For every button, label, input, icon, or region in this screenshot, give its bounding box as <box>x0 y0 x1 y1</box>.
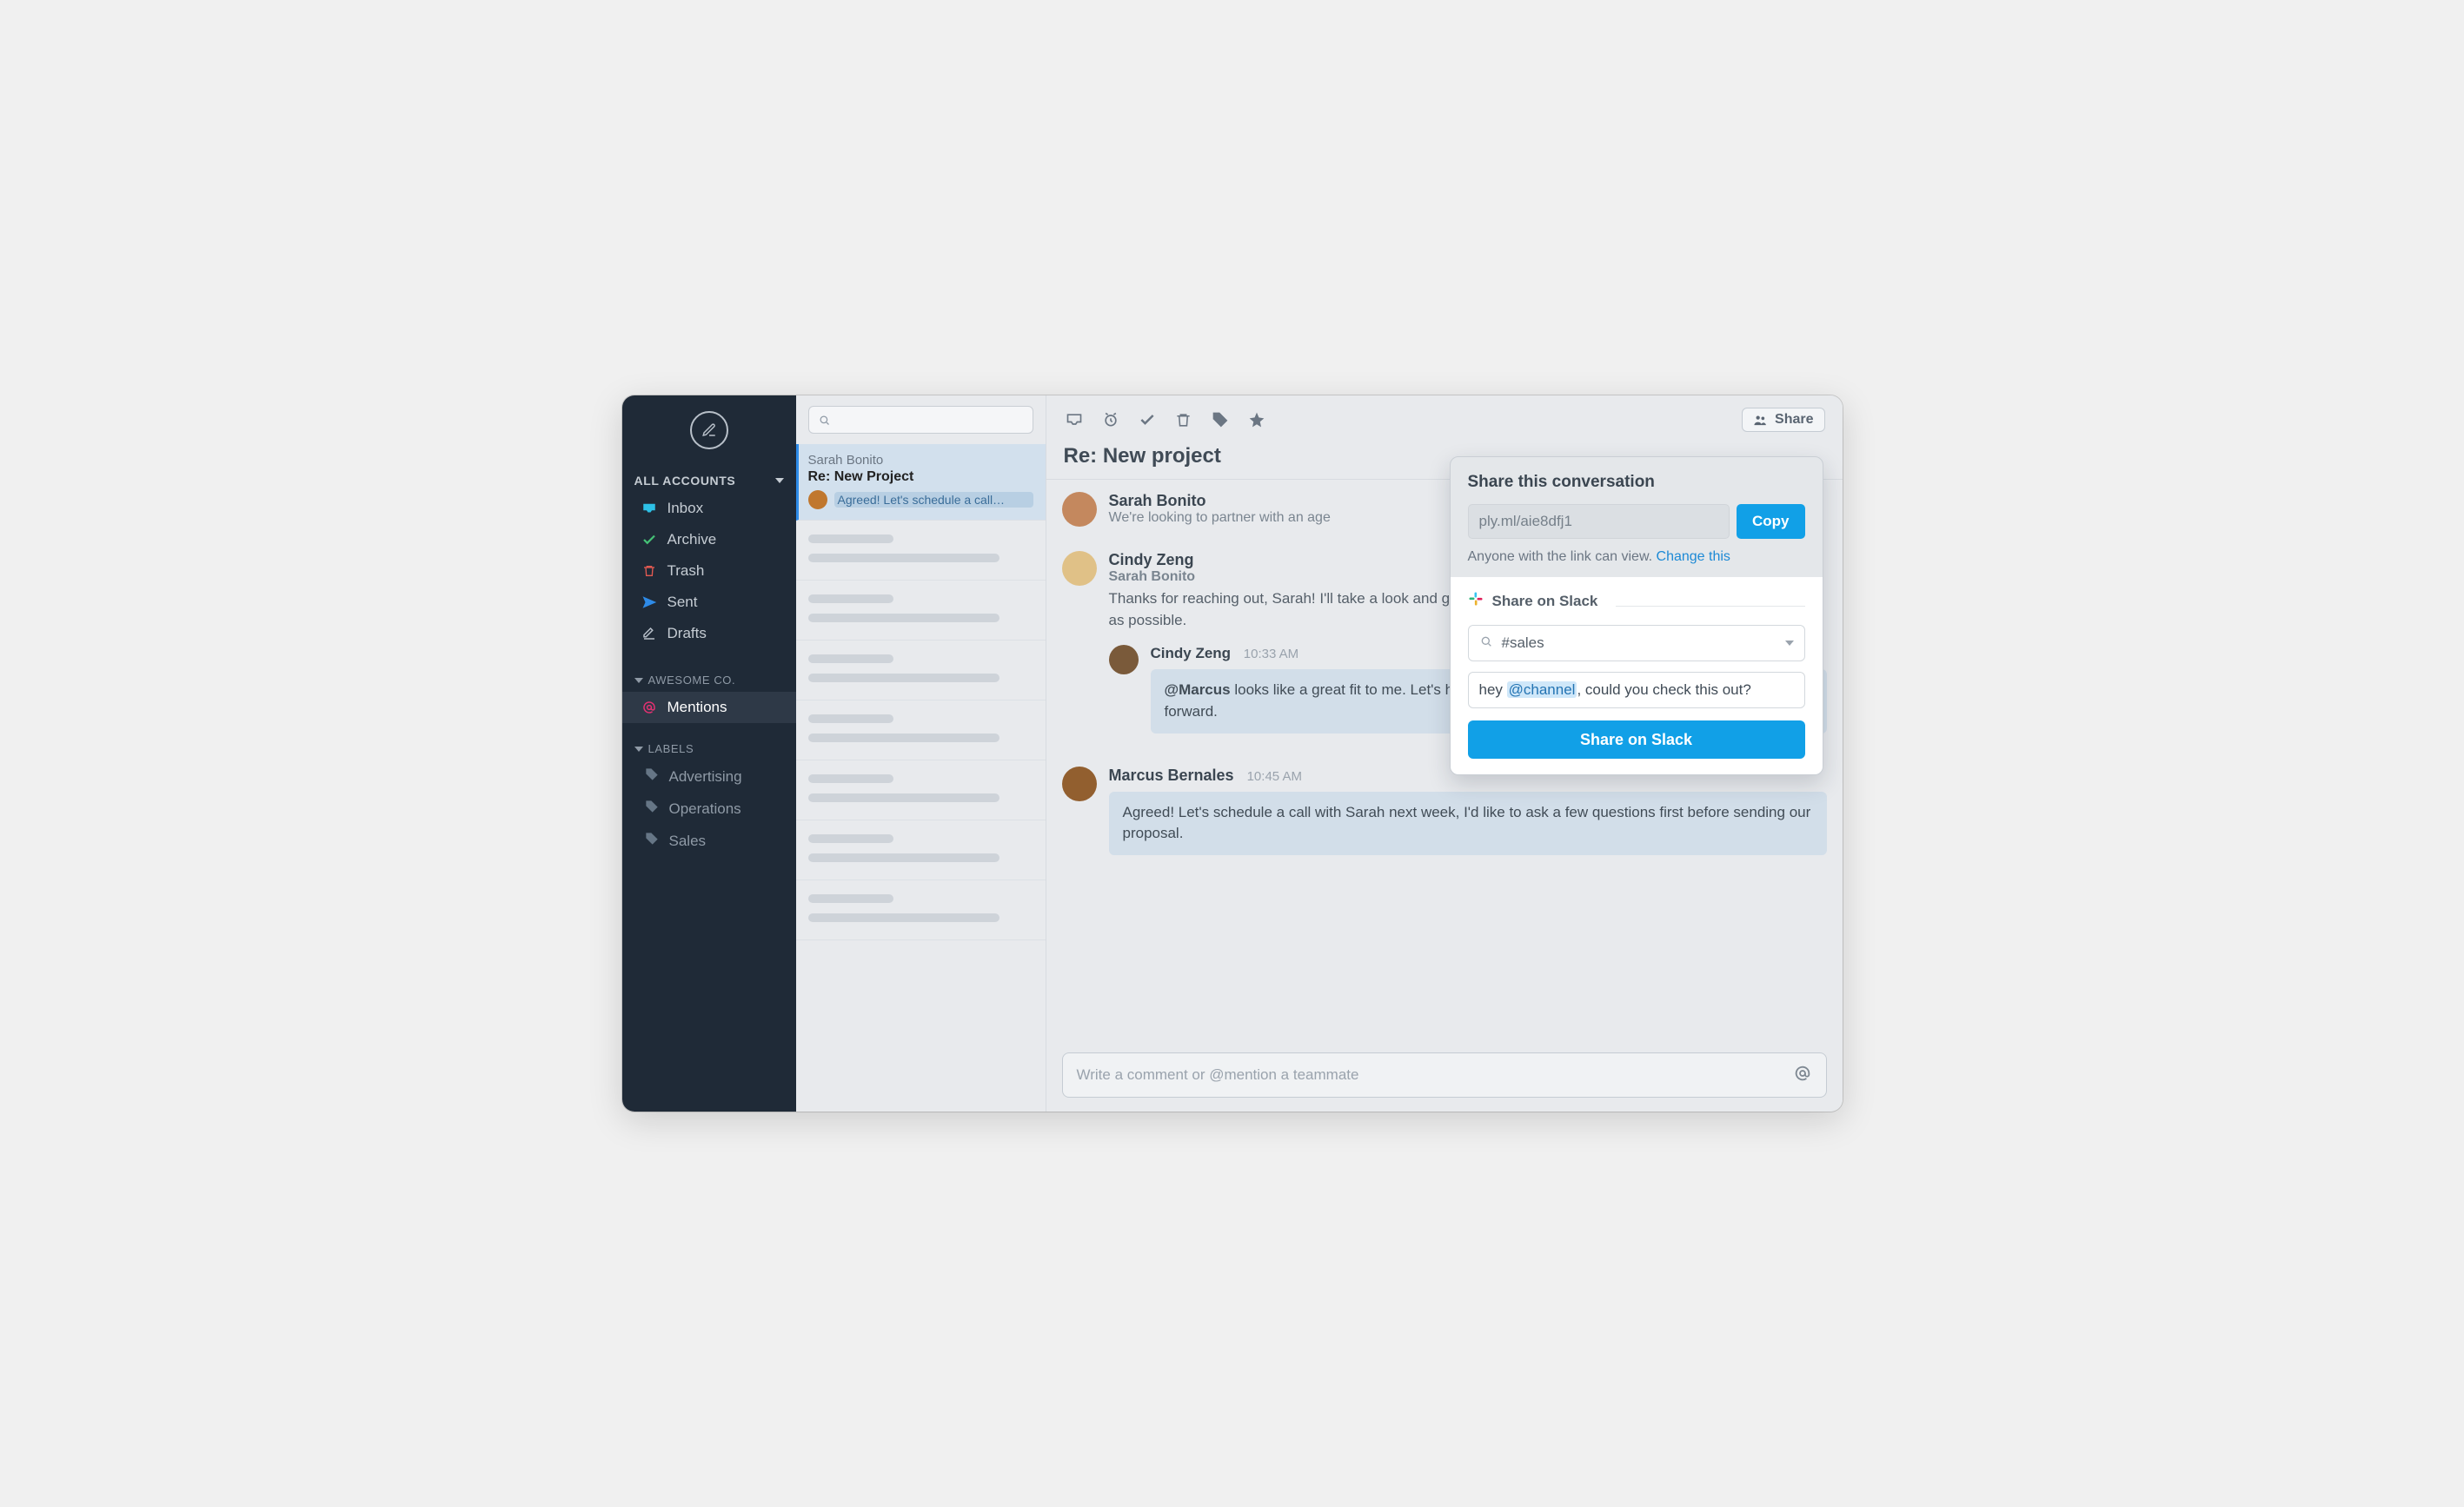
comment-bubble: Agreed! Let's schedule a call with Sarah… <box>1109 792 1827 855</box>
people-icon <box>1753 413 1768 428</box>
share-popover: Share this conversation ply.ml/aie8dfj1 … <box>1450 456 1823 775</box>
thread-item-placeholder[interactable] <box>796 760 1046 820</box>
share-title: Share this conversation <box>1468 473 1805 492</box>
slack-header-label: Share on Slack <box>1492 593 1598 610</box>
chevron-down-icon <box>634 747 643 752</box>
slack-channel-value: #sales <box>1502 634 1544 652</box>
sidebar: ALL ACCOUNTS Inbox Archive Trash Sent Dr… <box>622 395 796 1112</box>
compose-icon[interactable] <box>690 411 728 449</box>
label-operations[interactable]: Operations <box>622 793 796 825</box>
search-icon <box>818 414 831 427</box>
chevron-down-icon <box>1785 641 1794 646</box>
chevron-down-icon <box>634 678 643 683</box>
thread-list: Sarah Bonito Re: New Project Agreed! Let… <box>796 395 1046 1112</box>
comment-author: Marcus Bernales <box>1109 767 1234 784</box>
thread-from: Sarah Bonito <box>808 453 1033 468</box>
thread-item-selected[interactable]: Sarah Bonito Re: New Project Agreed! Let… <box>796 444 1046 521</box>
search-input[interactable] <box>808 406 1033 434</box>
labels-header[interactable]: LABELS <box>622 734 796 760</box>
done-icon[interactable] <box>1137 409 1158 430</box>
share-on-slack-button[interactable]: Share on Slack <box>1468 720 1805 759</box>
tag-icon <box>645 832 659 850</box>
avatar <box>808 490 827 509</box>
label-sales[interactable]: Sales <box>622 825 796 857</box>
sidebar-label: Mentions <box>667 699 727 716</box>
label-text: Operations <box>669 800 741 818</box>
thread-item-placeholder[interactable] <box>796 820 1046 880</box>
inbox-icon <box>641 501 657 516</box>
tag-icon <box>645 767 659 786</box>
sidebar-label: Sent <box>667 594 698 611</box>
search-icon <box>1479 634 1493 653</box>
sidebar-item-mentions[interactable]: Mentions <box>622 692 796 723</box>
comment-time: 10:45 AM <box>1247 769 1302 784</box>
slack-section-header: Share on Slack <box>1468 591 1805 620</box>
comment-time: 10:33 AM <box>1244 647 1298 661</box>
change-permission-link[interactable]: Change this <box>1657 549 1730 564</box>
avatar <box>1109 645 1139 674</box>
mention-icon[interactable] <box>1793 1064 1812 1087</box>
thread-item-placeholder[interactable] <box>796 521 1046 581</box>
app-logo <box>622 395 796 465</box>
share-permission-text: Anyone with the link can view. Change th… <box>1468 549 1805 565</box>
star-icon[interactable] <box>1246 409 1267 430</box>
accounts-header[interactable]: ALL ACCOUNTS <box>622 465 796 493</box>
share-button-label: Share <box>1775 412 1813 428</box>
share-button[interactable]: Share <box>1742 408 1824 432</box>
thread-item-placeholder[interactable] <box>796 641 1046 700</box>
sidebar-item-trash[interactable]: Trash <box>622 555 796 587</box>
sidebar-item-sent[interactable]: Sent <box>622 587 796 618</box>
sidebar-item-archive[interactable]: Archive <box>622 524 796 555</box>
snooze-icon[interactable] <box>1100 409 1121 430</box>
sidebar-label: Inbox <box>667 500 704 517</box>
thread-item-placeholder[interactable] <box>796 700 1046 760</box>
avatar <box>1062 767 1097 801</box>
slack-channel-select[interactable]: #sales <box>1468 625 1805 661</box>
app-frame: ALL ACCOUNTS Inbox Archive Trash Sent Dr… <box>622 395 1843 1112</box>
tag-icon <box>645 800 659 818</box>
trash-icon <box>641 563 657 579</box>
compose-input[interactable]: Write a comment or @mention a teammate <box>1062 1052 1827 1098</box>
label-advertising[interactable]: Advertising <box>622 760 796 793</box>
check-icon <box>641 532 657 548</box>
avatar <box>1062 492 1097 527</box>
slack-icon <box>1468 591 1484 611</box>
thread-subject: Re: New Project <box>808 469 1033 485</box>
chevron-down-icon <box>775 478 784 483</box>
conversation-pane: Share Re: New project Sarah Bonito We're… <box>1046 395 1843 1112</box>
copy-button[interactable]: Copy <box>1737 504 1805 539</box>
slack-message-input[interactable]: hey @channel, could you check this out? <box>1468 672 1805 708</box>
draft-icon <box>641 626 657 641</box>
mention: @channel <box>1507 681 1577 698</box>
thread-excerpt: Agreed! Let's schedule a call… <box>834 492 1033 508</box>
workspace-header-label: AWESOME CO. <box>648 674 736 687</box>
sidebar-item-inbox[interactable]: Inbox <box>622 493 796 524</box>
share-url-field[interactable]: ply.ml/aie8dfj1 <box>1468 504 1730 539</box>
sidebar-label: Trash <box>667 562 705 580</box>
labels-header-label: LABELS <box>648 742 694 755</box>
avatar <box>1062 551 1097 586</box>
label-text: Advertising <box>669 768 742 786</box>
thread-item-placeholder[interactable] <box>796 581 1046 641</box>
compose-placeholder: Write a comment or @mention a teammate <box>1077 1066 1359 1084</box>
comment-author: Cindy Zeng <box>1151 645 1232 661</box>
label-icon[interactable] <box>1210 409 1231 430</box>
thread-item-placeholder[interactable] <box>796 880 1046 940</box>
workspace-header[interactable]: AWESOME CO. <box>622 665 796 692</box>
sidebar-item-drafts[interactable]: Drafts <box>622 618 796 649</box>
sidebar-label: Archive <box>667 531 717 548</box>
mention: @Marcus <box>1165 681 1231 698</box>
send-icon <box>641 594 657 610</box>
delete-icon[interactable] <box>1173 409 1194 430</box>
sidebar-label: Drafts <box>667 625 707 642</box>
label-text: Sales <box>669 833 707 850</box>
share-url-text: ply.ml/aie8dfj1 <box>1479 513 1572 530</box>
mention-icon <box>641 700 657 715</box>
toolbar: Share <box>1046 395 1843 444</box>
inbox-action-icon[interactable] <box>1064 409 1085 430</box>
accounts-header-label: ALL ACCOUNTS <box>634 474 736 488</box>
